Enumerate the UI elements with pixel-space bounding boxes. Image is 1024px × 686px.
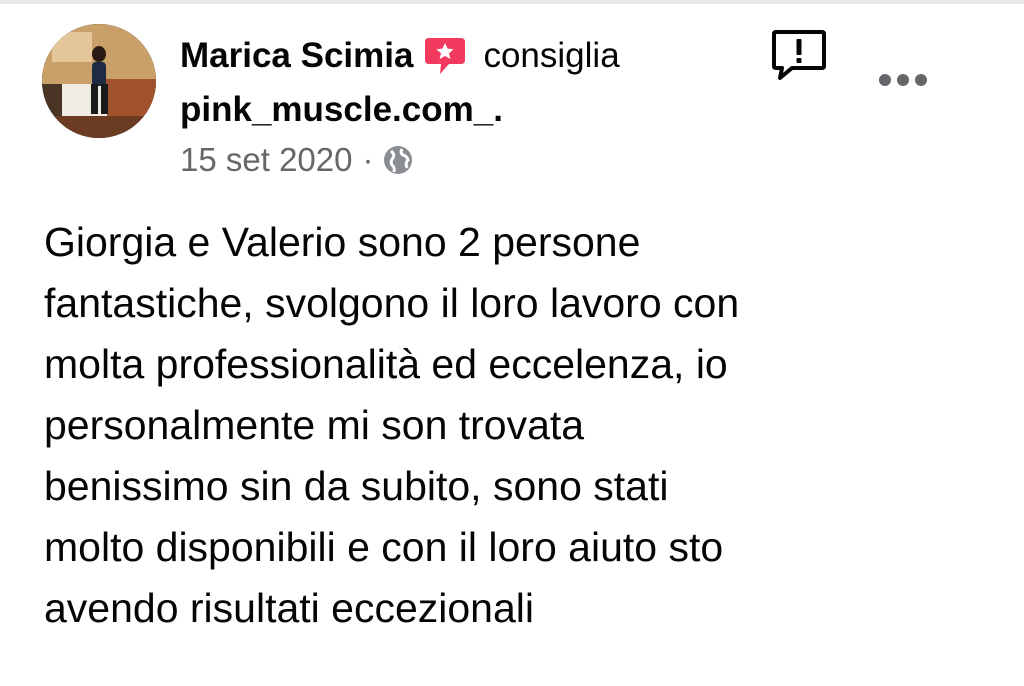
recommend-star-icon <box>423 34 467 78</box>
avatar-photo <box>42 24 156 138</box>
more-options-button[interactable] <box>876 66 932 94</box>
recommend-action-text: consiglia <box>483 36 620 75</box>
author-name[interactable]: Marica Scimia <box>180 36 413 76</box>
post-body-text: Giorgia e Valerio sono 2 persone fantast… <box>44 219 740 631</box>
report-flag-icon <box>772 30 826 80</box>
report-button[interactable] <box>770 28 828 82</box>
post-date[interactable]: 15 set 2020 <box>180 141 352 179</box>
recommended-page-name[interactable]: pink_muscle.com_. <box>180 90 503 130</box>
top-divider <box>0 0 1024 4</box>
post-meta: 15 set 2020 · <box>180 139 413 181</box>
post-header-line: Marica Scimia consiglia <box>180 34 620 78</box>
meta-separator: · <box>362 141 374 178</box>
globe-icon <box>384 146 413 174</box>
author-avatar[interactable] <box>42 24 156 138</box>
more-options-icon <box>879 74 927 86</box>
